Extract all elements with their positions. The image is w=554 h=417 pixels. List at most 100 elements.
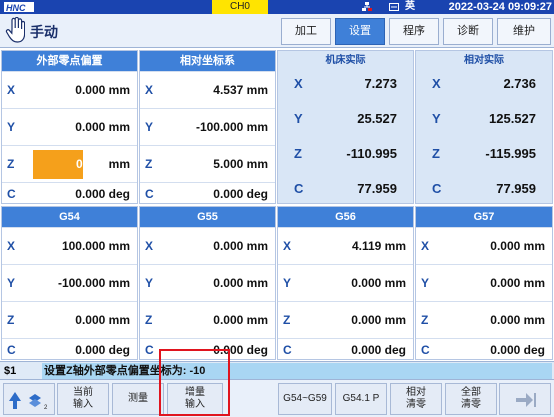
- g57-row-c[interactable]: C 0.000 deg: [416, 338, 552, 360]
- relative-coord-panel: 相对坐标系 X 4.537 mm Y -100.000 mm Z 5.000 m…: [139, 50, 276, 204]
- relact-row-z: Z -115.995: [416, 135, 552, 172]
- softkey-bar: 2 当前 输入 测量 增量 输入 G54~G59 G54.1 P 相对 清零 全…: [0, 380, 554, 417]
- panel-header: 相对坐标系: [140, 51, 275, 71]
- all-clear-button[interactable]: 全部 清零: [445, 383, 497, 415]
- g55-row-z[interactable]: Z 0.000 mm: [140, 301, 275, 338]
- axis-value: 0.000 mm: [490, 276, 545, 290]
- axis-value: 4.537 mm: [213, 83, 268, 97]
- relative-row-c[interactable]: C 0.000 deg: [140, 182, 275, 204]
- axis-value: 25.527: [357, 111, 397, 126]
- axis-label: Y: [145, 120, 154, 134]
- axis-label: Z: [7, 313, 15, 327]
- g54-1-p-button[interactable]: G54.1 P: [335, 383, 387, 415]
- machine-row-z: Z -110.995: [278, 135, 413, 172]
- axis-label: C: [145, 343, 154, 357]
- language-indicator[interactable]: 英: [405, 0, 415, 14]
- cnc-screen: HNC CH0 英 2022-03-24 09:09:27 手动 加工 设置 程…: [0, 0, 554, 417]
- panel-header: G56: [278, 207, 413, 227]
- axis-value: -110.995: [346, 146, 397, 161]
- axis-value: 5.000 mm: [213, 157, 268, 171]
- panel-header: G55: [140, 207, 275, 227]
- edit-field-value: 0.000: [75, 157, 106, 171]
- channel-indicator: CH0: [212, 0, 268, 14]
- g54-row-c[interactable]: C 0.000 deg: [2, 338, 137, 360]
- g56-row-z[interactable]: Z 0.000 mm: [278, 301, 413, 338]
- axis-value: 0.000 deg: [490, 343, 545, 357]
- g54-row-z[interactable]: Z 0.000 mm: [2, 301, 137, 338]
- tab-program[interactable]: 程序: [389, 18, 439, 45]
- g57-row-x[interactable]: X 0.000 mm: [416, 227, 552, 264]
- axis-label: X: [283, 239, 292, 253]
- page-indicator: 2: [44, 405, 48, 411]
- g54-g59-button[interactable]: G54~G59: [278, 383, 332, 415]
- hand-icon: [5, 17, 25, 43]
- axis-value: -100.000 mm: [195, 120, 268, 134]
- g55-row-y[interactable]: Y 0.000 mm: [140, 264, 275, 301]
- relative-row-z[interactable]: Z 5.000 mm: [140, 145, 275, 182]
- g54-row-y[interactable]: Y -100.000 mm: [2, 264, 137, 301]
- axis-label: Y: [145, 276, 154, 290]
- g57-row-z[interactable]: Z 0.000 mm: [416, 301, 552, 338]
- tab-settings[interactable]: 设置: [335, 18, 385, 45]
- axis-label: X: [7, 83, 16, 97]
- title-bar: 手动 加工 设置 程序 诊断 维护: [0, 14, 554, 48]
- axis-label: Z: [145, 313, 153, 327]
- measure-button[interactable]: 测量: [112, 383, 164, 415]
- axis-label: C: [7, 187, 16, 201]
- relative-clear-button[interactable]: 相对 清零: [390, 383, 442, 415]
- axis-label: Z: [7, 157, 15, 171]
- panel-header: G54: [2, 207, 137, 227]
- axis-label: C: [7, 343, 16, 357]
- g54-row-x[interactable]: X 100.000 mm: [2, 227, 137, 264]
- axis-value: 0.000 mm: [351, 313, 406, 327]
- axis-label: X: [294, 76, 303, 91]
- button-label: G54.1 P: [342, 393, 380, 404]
- axis-value: 0.000 deg: [351, 343, 406, 357]
- g55-row-x[interactable]: X 0.000 mm: [140, 227, 275, 264]
- up-arrow-icon: 2: [9, 392, 48, 411]
- axis-label: Y: [283, 276, 292, 290]
- relative-row-x[interactable]: X 4.537 mm: [140, 71, 275, 108]
- axis-label: X: [7, 239, 16, 253]
- relact-row-c: C 77.959: [416, 170, 552, 207]
- g55-panel: G55 X 0.000 mm Y 0.000 mm Z 0.000 mm C 0…: [139, 206, 276, 360]
- g55-row-c[interactable]: C 0.000 deg: [140, 338, 275, 360]
- next-page-button[interactable]: [499, 383, 551, 415]
- axis-value: 0.000 mm: [75, 83, 130, 97]
- increment-input-button[interactable]: 增量 输入: [167, 383, 223, 415]
- machine-row-x: X 7.273: [278, 65, 413, 102]
- axis-label: C: [145, 187, 154, 201]
- button-label: G54~G59: [283, 393, 327, 404]
- axis-value: 0.000 mm: [490, 239, 545, 253]
- network-icon: [362, 2, 372, 11]
- offset-row-y[interactable]: Y 0.000 mm: [2, 108, 137, 145]
- axis-label: Y: [432, 111, 441, 126]
- g54-panel: G54 X 100.000 mm Y -100.000 mm Z 0.000 m…: [1, 206, 138, 360]
- current-input-button[interactable]: 当前 输入: [57, 383, 109, 415]
- g56-row-x[interactable]: X 4.119 mm: [278, 227, 413, 264]
- tab-machining[interactable]: 加工: [281, 18, 331, 45]
- tab-maintenance[interactable]: 维护: [497, 18, 551, 45]
- panel-header: G57: [416, 207, 552, 227]
- axis-label: C: [294, 181, 304, 196]
- g56-row-c[interactable]: C 0.000 deg: [278, 338, 413, 360]
- axis-value: 0.000 mm: [213, 239, 268, 253]
- channel-step: $1: [4, 365, 17, 377]
- axis-label: Y: [7, 120, 16, 134]
- offset-row-z[interactable]: Z 0.000 mm: [2, 145, 137, 182]
- axis-value: -115.995: [485, 146, 536, 161]
- relact-row-y: Y 125.527: [416, 100, 552, 137]
- axis-value: 125.527: [489, 111, 536, 126]
- offset-row-c[interactable]: C 0.000 deg: [2, 182, 137, 204]
- button-label: 全部 清零: [461, 387, 481, 410]
- relative-row-y[interactable]: Y -100.000 mm: [140, 108, 275, 145]
- g57-row-y[interactable]: Y 0.000 mm: [416, 264, 552, 301]
- axis-label: C: [283, 343, 292, 357]
- g56-row-y[interactable]: Y 0.000 mm: [278, 264, 413, 301]
- menu-level-button[interactable]: 2: [3, 383, 55, 415]
- tab-diagnosis[interactable]: 诊断: [443, 18, 493, 45]
- axis-label: C: [432, 181, 442, 196]
- offset-row-x[interactable]: X 0.000 mm: [2, 71, 137, 108]
- axis-value: 0.000 mm: [75, 313, 130, 327]
- keyboard-icon: [389, 3, 399, 11]
